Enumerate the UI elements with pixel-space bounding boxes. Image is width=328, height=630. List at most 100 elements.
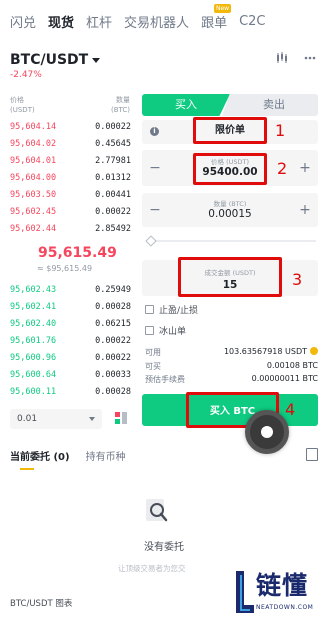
ask-price: 95,604.14 xyxy=(10,121,57,132)
tab-c2c[interactable]: C2C xyxy=(239,14,265,29)
new-badge: New xyxy=(213,3,232,13)
ask-price: 95,604.00 xyxy=(10,172,57,183)
chart-section-title: BTC/USDT 图表 xyxy=(10,599,73,609)
annotation-box-2 xyxy=(193,153,267,185)
layout-square-red xyxy=(115,412,120,417)
pair-name: BTC/USDT xyxy=(10,52,89,68)
annotation-box-1 xyxy=(193,117,267,144)
candlestick-chart-icon[interactable] xyxy=(274,50,290,66)
price-decrement-button[interactable]: − xyxy=(145,150,165,186)
ask-row[interactable]: 95,604.02 0.45645 xyxy=(10,135,131,152)
price-column-header: 价格 (USDT) xyxy=(10,96,35,114)
orderbook-header: 价格 (USDT) 数量 (BTC) xyxy=(10,95,130,117)
bid-qty: 0.00028 xyxy=(95,301,131,312)
more-icon[interactable] xyxy=(302,50,318,66)
ask-row[interactable]: 95,604.00 0.01312 xyxy=(10,169,131,186)
iceberg-label: 冰山单 xyxy=(159,327,187,337)
empty-title: 没有委托 xyxy=(144,542,184,553)
tab-copy-trading[interactable]: 跟单 New xyxy=(201,3,232,31)
last-price: 95,615.49 xyxy=(38,245,117,261)
checkbox-box xyxy=(145,305,154,314)
ask-price: 95,602.44 xyxy=(10,223,57,234)
caret-down-icon xyxy=(89,417,95,421)
ask-row[interactable]: 95,602.44 2.85492 xyxy=(10,220,131,237)
bid-qty: 0.25949 xyxy=(95,284,131,295)
bid-price: 95,600.96 xyxy=(10,352,57,363)
floating-assistive-button[interactable] xyxy=(245,410,289,454)
ask-price: 95,604.02 xyxy=(10,138,57,149)
tab-margin[interactable]: 杠杆 xyxy=(86,12,112,31)
bid-row[interactable]: 95,602.41 0.00028 xyxy=(10,298,131,315)
info-icon[interactable]: i xyxy=(150,127,159,136)
checkbox-box xyxy=(145,326,154,335)
ask-qty: 2.85492 xyxy=(95,223,131,234)
tab-open-orders[interactable]: 当前委托 (0) xyxy=(10,448,70,470)
can-buy-value: 0.00108 BTC xyxy=(266,361,318,370)
depth-select[interactable]: 0.01 xyxy=(10,409,102,429)
annotation-number-4: 4 xyxy=(285,400,296,419)
can-buy-label: 可买 xyxy=(145,362,161,371)
sell-tab[interactable]: 卖出 xyxy=(222,94,318,116)
top-nav: 闪兑 现货 杠杆 交易机器人 跟单 New C2C xyxy=(0,0,328,42)
layout-square-gray xyxy=(122,412,127,424)
bid-price: 95,600.64 xyxy=(10,369,57,380)
bid-row[interactable]: 95,600.11 0.00028 xyxy=(10,383,131,400)
add-funds-icon[interactable] xyxy=(310,347,318,355)
last-price-usd: ≈ $95,615.49 xyxy=(37,264,93,273)
empty-subtitle-link[interactable]: 让顶级交易者为您交 xyxy=(118,563,186,574)
iceberg-checkbox[interactable]: 冰山单 xyxy=(145,324,186,337)
order-history-icon[interactable] xyxy=(306,448,318,461)
tp-sl-checkbox[interactable]: 止盈/止损 xyxy=(145,303,198,316)
amount-slider[interactable] xyxy=(152,240,316,242)
can-buy-row: 可买 0.00108 BTC xyxy=(145,361,318,372)
qty-label: 数量 (BTC) xyxy=(213,200,247,208)
annotation-box-3 xyxy=(178,257,282,297)
bid-row[interactable]: 95,602.40 0.06215 xyxy=(10,315,131,332)
caret-down-icon xyxy=(92,57,101,63)
fee-value: 0.00000011 BTC xyxy=(251,374,318,383)
tab-spot[interactable]: 现货 xyxy=(48,12,74,31)
tab-holdings[interactable]: 持有币种 xyxy=(86,448,126,467)
bid-row[interactable]: 95,601.76 0.00022 xyxy=(10,332,131,349)
pair-change: -2.47% xyxy=(10,70,42,80)
bid-qty: 0.06215 xyxy=(95,318,131,329)
watermark-text: 链懂 xyxy=(256,571,309,600)
tab-trading-bots[interactable]: 交易机器人 xyxy=(124,12,189,31)
orders-tabs: 当前委托 (0) 持有币种 xyxy=(10,448,126,470)
watermark-logo-icon xyxy=(234,569,256,615)
pair-selector[interactable]: BTC/USDT xyxy=(10,52,101,68)
ask-price: 95,602.45 xyxy=(10,206,57,217)
bid-price: 95,601.76 xyxy=(10,335,57,346)
available-row: 可用 103.63567918 USDT xyxy=(145,347,318,358)
ask-qty: 0.01312 xyxy=(95,172,131,183)
slider-handle[interactable] xyxy=(145,235,157,247)
qty-value: 0.00015 xyxy=(208,208,252,220)
bid-qty: 0.00022 xyxy=(95,352,131,363)
fee-row: 预估手续费 0.00000011 BTC xyxy=(145,374,318,385)
bid-price: 95,600.11 xyxy=(10,386,57,397)
ask-row[interactable]: 95,602.45 0.00022 xyxy=(10,203,131,220)
bid-row[interactable]: 95,600.64 0.00033 xyxy=(10,366,131,383)
ask-qty: 0.00441 xyxy=(95,189,131,200)
bid-row[interactable]: 95,602.43 0.25949 xyxy=(10,281,131,298)
ask-row[interactable]: 95,604.14 0.00022 xyxy=(10,118,131,135)
ask-row[interactable]: 95,603.50 0.00441 xyxy=(10,186,131,203)
qty-increment-button[interactable]: + xyxy=(295,193,315,227)
orderbook-layout-icon[interactable] xyxy=(115,412,129,426)
ask-row[interactable]: 95,604.01 2.77981 xyxy=(10,152,131,169)
tab-convert[interactable]: 闪兑 xyxy=(10,12,36,31)
tp-sl-label: 止盈/止损 xyxy=(159,306,199,316)
watermark-subtext: NEATDOWN.COM xyxy=(256,604,314,611)
ask-price: 95,603.50 xyxy=(10,189,57,200)
bid-qty: 0.00033 xyxy=(95,369,131,380)
qty-decrement-button[interactable]: − xyxy=(145,193,165,227)
bid-row[interactable]: 95,600.96 0.00022 xyxy=(10,349,131,366)
ask-qty: 0.00022 xyxy=(95,121,131,132)
depth-value: 0.01 xyxy=(17,414,38,424)
available-label: 可用 xyxy=(145,348,161,357)
available-value: 103.63567918 USDT xyxy=(223,347,307,356)
price-increment-button[interactable]: + xyxy=(295,150,315,186)
qty-column-header: 数量 (BTC) xyxy=(110,96,130,114)
annotation-number-1: 1 xyxy=(275,121,286,140)
buy-tab[interactable]: 买入 xyxy=(142,94,230,116)
